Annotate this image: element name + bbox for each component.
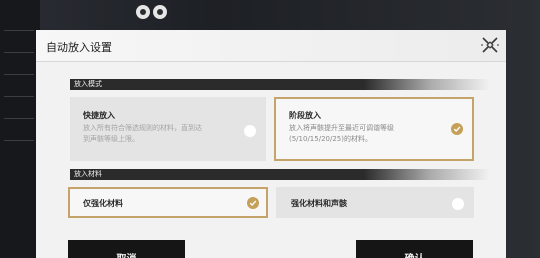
backdrop-left-panel: [0, 0, 40, 258]
backdrop-circle-icon: [153, 5, 167, 19]
check-glyph-icon: [249, 200, 257, 206]
dialog-header: 自动放入设置: [36, 30, 506, 62]
backdrop-top-icons: [136, 5, 167, 19]
check-glyph-icon: [453, 126, 461, 132]
radio-unchecked-icon[interactable]: [244, 125, 256, 137]
option-title: 仅强化材料: [83, 199, 123, 208]
option-title: 阶段放入: [289, 111, 321, 120]
backdrop-divider: [4, 140, 34, 141]
checkmark-icon[interactable]: [451, 123, 463, 135]
radio-unchecked-icon[interactable]: [452, 198, 464, 210]
option-title: 强化材料和声骸: [291, 199, 347, 208]
backdrop-divider: [4, 74, 34, 75]
close-x-icon[interactable]: [480, 35, 500, 55]
auto-insert-settings-dialog: 自动放入设置 放入模式 快捷放入 放入所有符合筛选规则的材料，直到达 到声骸等级…: [36, 30, 506, 258]
option-enhance-material-only[interactable]: 仅强化材料: [68, 187, 268, 218]
cancel-button[interactable]: 取消: [68, 240, 185, 258]
backdrop-divider: [4, 52, 34, 53]
backdrop-circle-icon: [136, 5, 150, 19]
option-stage-insert[interactable]: 阶段放入 放入将声骸提升至最近可调谐等级 (5/10/15/20/25)的材料。: [274, 97, 474, 161]
cancel-button-label: 取消: [68, 250, 185, 258]
option-description-line1: 放入所有符合筛选规则的材料，直到达: [83, 124, 202, 132]
option-quick-insert[interactable]: 快捷放入 放入所有符合筛选规则的材料，直到达 到声骸等级上限。: [70, 97, 266, 161]
backdrop-divider: [4, 30, 34, 31]
backdrop-divider: [4, 96, 34, 97]
option-material-and-echo[interactable]: 强化材料和声骸: [276, 187, 474, 218]
section-header-mode: 放入模式: [70, 79, 490, 90]
confirm-button[interactable]: 确认: [356, 240, 473, 258]
dialog-title: 自动放入设置: [46, 41, 112, 54]
section-label-mode: 放入模式: [74, 80, 102, 88]
option-description-line2: (5/10/15/20/25)的材料。: [289, 135, 372, 143]
option-description-line1: 放入将声骸提升至最近可调谐等级: [289, 124, 394, 132]
confirm-button-label: 确认: [356, 250, 473, 258]
section-header-material: 放入材料: [70, 169, 490, 180]
section-label-material: 放入材料: [74, 170, 102, 178]
option-title: 快捷放入: [83, 111, 115, 120]
checkmark-icon[interactable]: [247, 197, 259, 209]
option-description-line2: 到声骸等级上限。: [83, 135, 139, 143]
backdrop-divider: [4, 118, 34, 119]
